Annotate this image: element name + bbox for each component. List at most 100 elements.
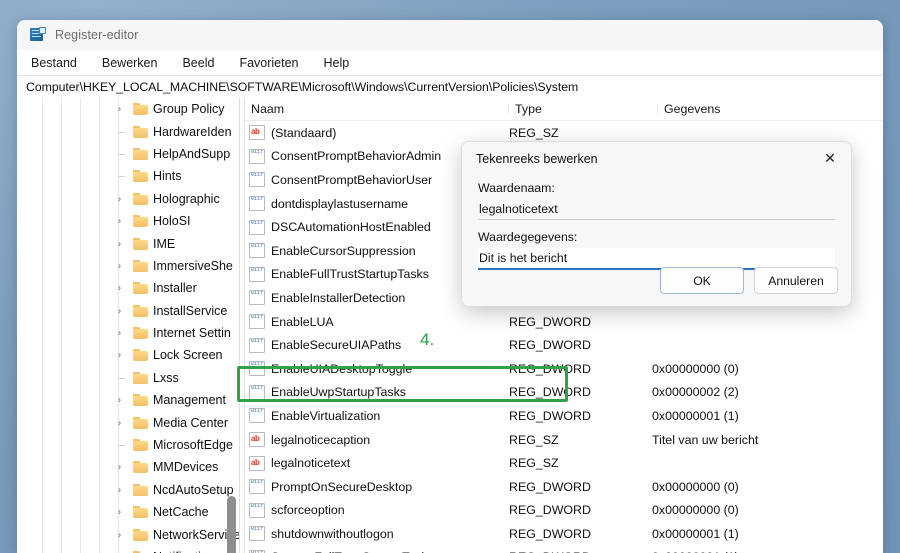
menu-item-favorieten[interactable]: Favorieten — [237, 54, 300, 72]
value-data-cell: 0x00000001 (1) — [652, 408, 739, 423]
table-row[interactable]: PromptOnSecureDesktop REG_DWORD 0x00000000… — [245, 475, 883, 499]
chevron-right-icon[interactable]: › — [118, 507, 127, 517]
dword-value-icon — [249, 148, 265, 164]
value-name-text: shutdownwithoutlogon — [271, 526, 394, 541]
value-type-cell: REG_DWORD — [509, 314, 591, 329]
value-name-text: EnableFullTrustStartupTasks — [271, 267, 429, 282]
tree-item[interactable]: › NcdAutoSetup — [17, 479, 239, 501]
tree-item[interactable]: › Media Center — [17, 411, 239, 433]
table-row[interactable]: scforceoption REG_DWORD 0x00000000 (0) — [245, 499, 883, 523]
table-row[interactable]: legalnoticecaption REG_SZ Titel van uw ber… — [245, 428, 883, 452]
menu-item-bewerken[interactable]: Bewerken — [100, 54, 160, 72]
tree-item[interactable]: › HoloSI — [17, 210, 239, 232]
chevron-right-icon[interactable]: › — [118, 530, 127, 539]
registry-path: Computer\HKEY_LOCAL_MACHINE\SOFTWARE\Mic… — [26, 80, 579, 94]
menu-item-help[interactable]: Help — [322, 54, 352, 72]
dword-value-icon — [249, 479, 265, 495]
tree-item-label: Management — [153, 393, 226, 408]
table-row[interactable]: SupportFullTrustStartupTasksREG_DWORD0x0… — [245, 546, 883, 553]
value-name-text: EnableLUA — [271, 314, 334, 329]
dialog-buttons: OK Annuleren — [660, 267, 838, 294]
chevron-right-icon[interactable]: › — [118, 283, 127, 293]
folder-icon — [133, 371, 148, 384]
folder-icon — [133, 506, 148, 519]
tree-item[interactable]: › Group Policy — [17, 98, 239, 120]
chevron-right-icon[interactable]: › — [118, 104, 127, 114]
tree-item-label: MicrosoftEdge — [153, 438, 233, 453]
value-type-cell: REG_SZ — [509, 456, 559, 471]
tree-item[interactable]: › Internet Settin — [17, 322, 239, 344]
menu-item-bestand[interactable]: Bestand — [29, 54, 79, 72]
table-row[interactable]: EnableUIADesktopToggle REG_DWORD 0x0000000… — [245, 357, 883, 381]
edit-string-dialog: Tekenreeks bewerken ✕ Waardenaam: Waarde… — [461, 141, 852, 307]
column-header-data[interactable]: Gegevens — [658, 102, 883, 116]
chevron-right-icon[interactable]: › — [118, 261, 127, 270]
chevron-right-icon[interactable]: › — [118, 485, 127, 494]
close-icon[interactable]: ✕ — [813, 144, 847, 174]
tree-item-label: Internet Settin — [153, 326, 231, 341]
tree-item[interactable]: ›Notifications — [17, 546, 239, 553]
address-bar[interactable]: Computer\HKEY_LOCAL_MACHINE\SOFTWARE\Mic… — [17, 75, 883, 99]
tree-item[interactable]: › NetworkService — [17, 523, 239, 545]
chevron-right-icon[interactable]: › — [118, 216, 127, 226]
chevron-right-icon[interactable]: › — [118, 462, 127, 472]
table-row[interactable]: legalnoticetext REG_SZ — [245, 451, 883, 475]
table-row[interactable]: EnableSecureUIAPaths REG_DWORD — [245, 333, 883, 357]
table-row[interactable]: EnableUwpStartupTasks REG_DWORD 0x00000002… — [245, 381, 883, 405]
tree-item[interactable]: › Holographic — [17, 188, 239, 210]
value-name-cell: scforceoption — [245, 502, 503, 518]
value-name-input[interactable] — [478, 199, 835, 220]
value-name-text: scforceoption — [271, 503, 345, 518]
folder-icon — [133, 103, 148, 116]
chevron-right-icon[interactable]: › — [118, 306, 127, 315]
folder-icon — [133, 528, 148, 541]
chevron-right-icon[interactable]: › — [118, 328, 127, 338]
dword-value-icon — [249, 219, 265, 235]
cancel-button[interactable]: Annuleren — [754, 267, 838, 294]
tree-item[interactable]: MicrosoftEdge — [17, 434, 239, 456]
tree-list[interactable]: › Group Policy HardwareIden HelpAndSupp Hint… — [17, 98, 239, 553]
list-header: Naam Type Gegevens — [245, 98, 883, 121]
registry-tree-panel[interactable]: › Group Policy HardwareIden HelpAndSupp Hint… — [17, 98, 239, 553]
table-row[interactable]: EnableVirtualization REG_DWORD 0x00000001 … — [245, 404, 883, 428]
chevron-right-icon[interactable]: › — [118, 239, 127, 248]
tree-item[interactable]: › Management — [17, 389, 239, 411]
tree-item[interactable]: › MMDevices — [17, 456, 239, 478]
column-header-name[interactable]: Naam — [245, 102, 509, 116]
column-header-type[interactable]: Type — [509, 102, 658, 116]
value-name-cell: shutdownwithoutlogon — [245, 526, 503, 542]
tree-item-label: NcdAutoSetup — [153, 482, 234, 497]
tree-item[interactable]: Hints — [17, 165, 239, 187]
tree-item[interactable]: › ImmersiveShe — [17, 255, 239, 277]
value-name-text: legalnoticecaption — [271, 432, 371, 447]
tree-scrollbar[interactable] — [227, 98, 236, 553]
table-row[interactable]: EnableLUA REG_DWORD — [245, 310, 883, 334]
tree-item[interactable]: HelpAndSupp — [17, 143, 239, 165]
chevron-right-icon[interactable]: › — [118, 418, 127, 427]
tree-item[interactable]: › Lock Screen — [17, 344, 239, 366]
value-name-label: Waardenaam: — [478, 181, 555, 195]
tree-item[interactable]: › NetCache — [17, 501, 239, 523]
value-type-cell: REG_DWORD — [509, 526, 591, 541]
folder-icon — [133, 259, 148, 272]
tree-item[interactable]: Lxss — [17, 367, 239, 389]
chevron-right-icon[interactable]: › — [118, 194, 127, 203]
registry-editor-icon — [30, 27, 46, 43]
dialog-title-bar: Tekenreeks bewerken ✕ — [462, 142, 851, 175]
title-bar: Register-editor — [17, 20, 883, 50]
ok-button[interactable]: OK — [660, 267, 744, 294]
tree-item[interactable]: › IME — [17, 232, 239, 254]
chevron-right-icon[interactable]: › — [118, 350, 127, 360]
value-name-cell: EnableLUA — [245, 314, 503, 330]
value-name-cell: legalnoticecaption — [245, 432, 503, 448]
table-row[interactable]: shutdownwithoutlogon REG_DWORD 0x00000001 … — [245, 522, 883, 546]
tree-item[interactable]: › InstallService — [17, 300, 239, 322]
value-name-text: legalnoticetext — [271, 456, 351, 471]
menu-item-beeld[interactable]: Beeld — [180, 54, 216, 72]
tree-item[interactable]: › Installer — [17, 277, 239, 299]
tree-scrollbar-thumb[interactable] — [227, 496, 236, 553]
chevron-right-icon[interactable]: › — [118, 395, 127, 405]
window-title: Register-editor — [55, 28, 139, 42]
value-type-cell: REG_SZ — [509, 125, 559, 140]
tree-item[interactable]: HardwareIden — [17, 120, 239, 142]
